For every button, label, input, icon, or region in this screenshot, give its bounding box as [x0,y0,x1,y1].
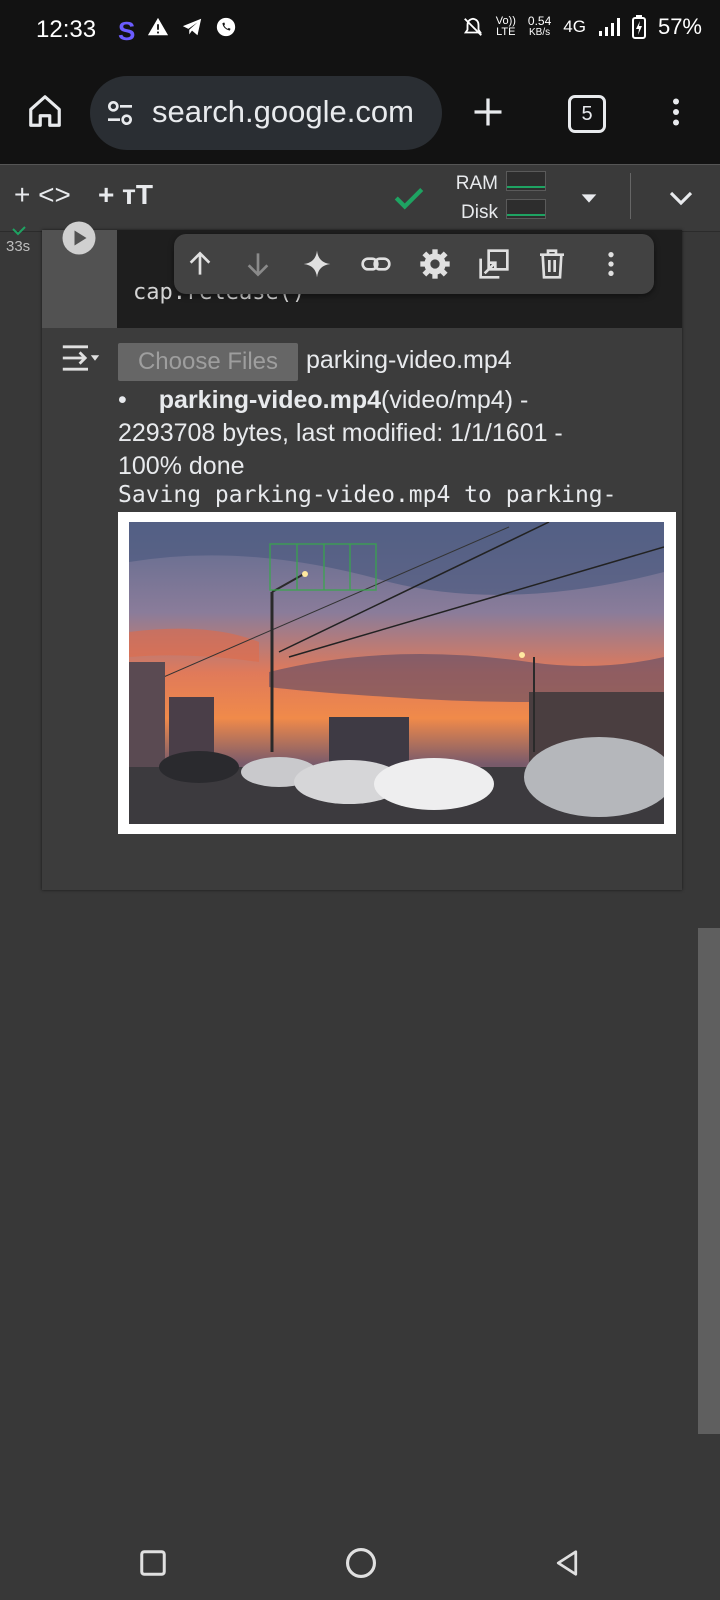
runtime-dropdown-icon[interactable] [578,187,600,209]
cell-gutter [42,221,117,328]
mute-icon [463,17,482,36]
s-app-icon: S [118,16,136,46]
net-speed-value: 0.54 [527,14,552,28]
disk-label: Disk [461,202,498,223]
network-type: 4G [563,17,586,36]
disk-meter-fill [507,214,545,216]
parking-lot-sunset-image [129,522,664,824]
connected-check-icon[interactable] [392,181,426,215]
tab-switcher-button[interactable]: 5 [568,95,606,133]
volte-bottom: LTE [496,26,516,38]
notification-icons: S [118,16,237,47]
chosen-file-name: parking-video.mp4 [306,346,512,374]
settings-gear-icon[interactable] [419,248,451,280]
upload-item-type: (video/mp4) - [381,386,529,414]
home-nav-icon[interactable] [344,1546,378,1580]
mirror-cell-icon[interactable] [478,248,510,280]
upload-item-name: parking-video.mp4 [158,386,382,414]
choose-files-button[interactable]: Choose Files [118,343,298,381]
add-text-button[interactable]: + тT [98,179,153,211]
cell-toolbar [174,234,654,294]
warning-icon [148,17,169,36]
resource-labels[interactable]: RAM Disk [446,169,498,227]
delete-icon[interactable] [536,248,568,280]
toolbar-divider [630,173,631,219]
new-tab-icon[interactable] [470,94,506,130]
signal-icon [598,18,620,36]
battery-percent: 57% [657,14,702,39]
move-down-icon[interactable] [242,248,274,280]
ram-label: RAM [455,173,498,194]
notebook-toolbar: + <> + тT RAM Disk [0,164,720,232]
url-text[interactable]: search.google.com [152,94,414,130]
cell-more-icon[interactable] [595,248,627,280]
bullet: • [118,386,127,414]
collapse-chevron-icon[interactable] [666,183,696,213]
more-vert-icon[interactable] [658,92,694,132]
battery-icon [631,15,646,39]
system-icons: Vo)) LTE 0.54 KB/s 4G 57% [462,14,702,40]
volte-indicator: Vo)) LTE [496,16,516,38]
ram-meter[interactable] [506,171,546,191]
ram-meter-fill [507,186,545,188]
status-bar: 12:33 S Vo)) LTE 0.54 KB/s 4G 57% [0,0,720,64]
upload-item-details: 2293708 bytes, last modified: 1/1/1601 - [118,419,563,447]
cell-success-icon [12,226,26,236]
net-speed-unit: KB/s [529,27,551,38]
saving-message: Saving parking-video.mp4 to parking- [118,482,617,508]
home-icon[interactable] [26,92,64,130]
upload-status: • parking-video.mp4(video/mp4) - 2293708 … [118,384,678,483]
link-icon[interactable] [360,248,392,280]
back-nav-icon[interactable] [552,1548,582,1578]
output-actions-icon[interactable] [60,340,102,376]
net-speed: 0.54 KB/s [528,15,551,39]
page-scrollbar[interactable] [698,928,720,1434]
gemini-sparkle-icon[interactable] [301,248,333,280]
upload-item-progress: 100% done [118,452,245,480]
exec-time: 33s [6,238,31,255]
site-settings-icon[interactable] [104,97,136,129]
recent-apps-icon[interactable] [138,1548,168,1578]
system-nav-bar [0,1520,720,1600]
move-up-icon[interactable] [184,248,216,280]
disk-meter[interactable] [506,199,546,219]
address-bar[interactable]: search.google.com [90,76,442,150]
cell-status-column: 33s [0,226,42,1530]
whatsapp-icon [217,17,236,37]
run-cell-icon[interactable] [61,220,97,256]
browser-toolbar: search.google.com 5 [0,64,720,164]
upload-item: • parking-video.mp4(video/mp4) - [118,384,678,417]
add-code-button[interactable]: + <> [14,179,71,211]
status-time: 12:33 [36,16,97,43]
telegram-icon [183,18,202,36]
